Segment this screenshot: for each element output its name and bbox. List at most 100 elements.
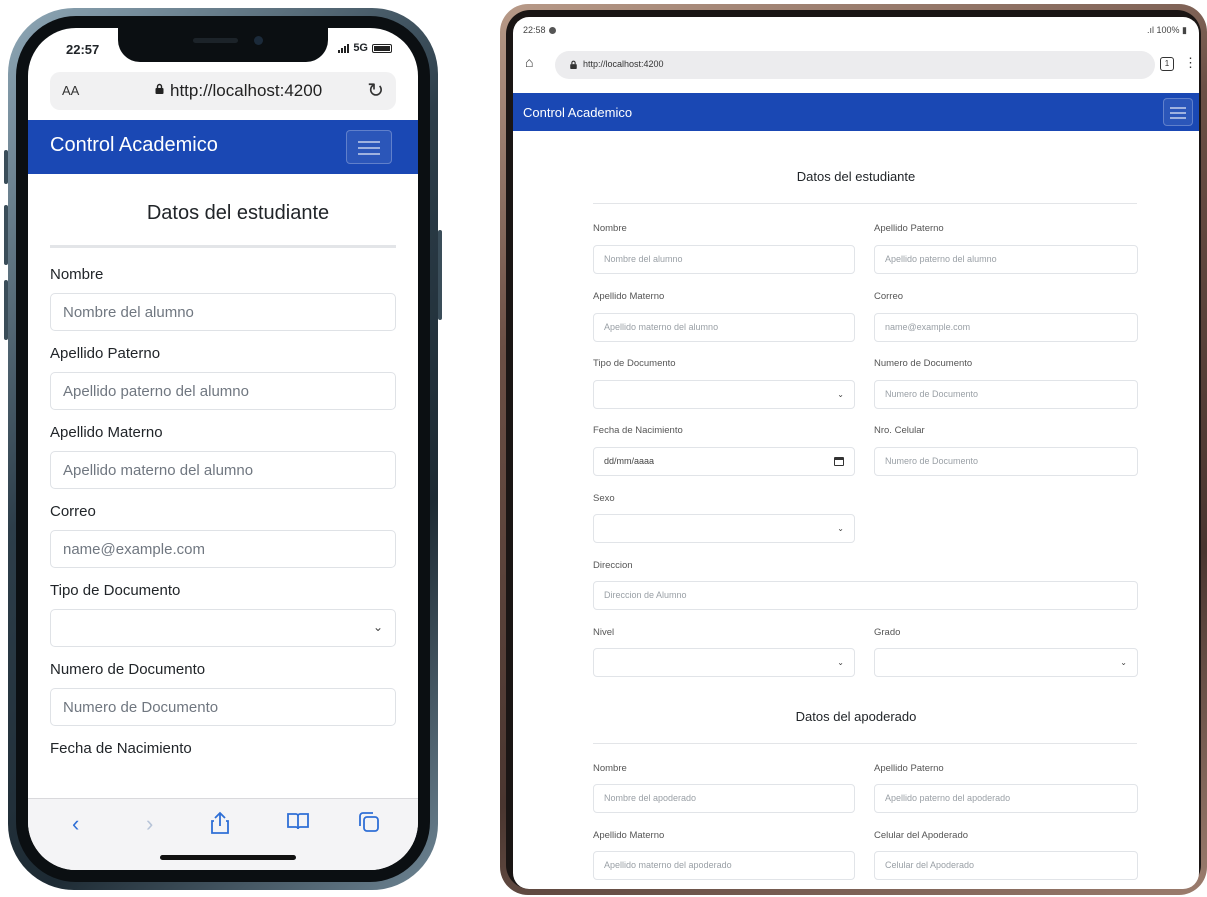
forward-icon[interactable]: ›	[146, 811, 153, 837]
label-apoderado-apellido-materno: Apellido Materno	[593, 830, 665, 841]
guardian-section-title: Datos del apoderado	[795, 709, 917, 724]
label-grado: Grado	[874, 627, 901, 638]
chevron-down-icon: ⌄	[1120, 658, 1127, 667]
navbar-toggler-button[interactable]	[1163, 98, 1193, 126]
phone-screen: 22:57 5G AA http://localhost:4200 ↻ Cont…	[28, 28, 418, 870]
input-celular[interactable]: Numero de Documento	[874, 447, 1138, 476]
chevron-down-icon: ⌄	[372, 620, 383, 634]
screenshot-stage: 22:57 5G AA http://localhost:4200 ↻ Cont…	[0, 0, 1207, 897]
phone-status-time: 22:57	[66, 42, 100, 57]
input-fecha-nacimiento[interactable]: dd/mm/aaaa	[593, 447, 855, 476]
input-apellido-materno[interactable]: Apellido materno del alumno	[50, 451, 396, 489]
lock-icon	[155, 83, 164, 94]
phone-status-icons: 5G	[338, 42, 392, 54]
input-nombre[interactable]: Nombre del alumno	[593, 245, 855, 274]
select-tipo-documento[interactable]: ⌄	[50, 609, 396, 647]
divider	[593, 743, 1137, 744]
input-apellido-materno[interactable]: Apellido materno del alumno	[593, 313, 855, 342]
select-sexo[interactable]: ⌄	[593, 514, 855, 543]
notification-icon	[548, 27, 556, 34]
safari-toolbar: ‹ ›	[28, 798, 418, 870]
calendar-icon[interactable]	[834, 457, 844, 466]
tablet-status-bar: 22:58 .ıl 100% ▮	[513, 17, 1199, 43]
chevron-down-icon: ⌄	[837, 524, 844, 533]
tablet-frame: 22:58 .ıl 100% ▮ ⌂ http://localhost:4200…	[500, 4, 1207, 895]
label-numero-documento: Numero de Documento	[50, 661, 206, 678]
signal-icon: .ıl	[1147, 25, 1157, 35]
battery-percent: 100%	[1156, 25, 1180, 35]
input-numero-documento[interactable]: Numero de Documento	[50, 688, 396, 726]
divider	[593, 203, 1137, 204]
reader-text-size-button[interactable]: AA	[62, 83, 79, 98]
label-apoderado-apellido-paterno: Apellido Paterno	[874, 763, 944, 774]
navbar-brand[interactable]: Control Academico	[523, 105, 632, 120]
label-fecha-nacimiento: Fecha de Nacimiento	[593, 425, 683, 436]
bookmarks-icon[interactable]	[286, 811, 310, 837]
home-indicator	[160, 855, 296, 860]
navbar-brand[interactable]: Control Academico	[50, 134, 218, 157]
input-correo[interactable]: name@example.com	[50, 530, 396, 568]
input-apellido-paterno[interactable]: Apellido paterno del alumno	[50, 372, 396, 410]
lock-icon	[570, 60, 577, 69]
tab-switcher-icon[interactable]: 1	[1160, 57, 1174, 71]
more-menu-icon[interactable]: ⋮	[1184, 55, 1197, 71]
label-numero-documento: Numero de Documento	[874, 358, 973, 369]
chevron-down-icon: ⌄	[837, 390, 844, 399]
label-nombre: Nombre	[593, 223, 627, 234]
label-apellido-paterno: Apellido Paterno	[874, 223, 944, 234]
tablet-browser-bar: ⌂ http://localhost:4200 1 ⋮	[513, 43, 1199, 91]
input-apoderado-apellido-paterno[interactable]: Apellido paterno del apoderado	[874, 784, 1138, 813]
back-icon[interactable]: ‹	[72, 811, 79, 837]
select-grado[interactable]: ⌄	[874, 648, 1138, 677]
label-apoderado-celular: Celular del Apoderado	[874, 830, 969, 841]
hamburger-icon	[358, 141, 380, 143]
select-nivel[interactable]: ⌄	[593, 648, 855, 677]
label-celular: Nro. Celular	[874, 425, 925, 436]
reload-icon[interactable]: ↻	[367, 78, 384, 103]
input-nombre[interactable]: Nombre del alumno	[50, 293, 396, 331]
input-apellido-paterno[interactable]: Apellido paterno del alumno	[874, 245, 1138, 274]
phone-notch	[118, 28, 328, 62]
divider	[50, 245, 396, 248]
phone-address-bar[interactable]: AA http://localhost:4200 ↻	[50, 72, 396, 110]
share-icon[interactable]	[210, 811, 230, 841]
label-apellido-materno: Apellido Materno	[50, 424, 163, 441]
input-apoderado-nombre[interactable]: Nombre del apoderado	[593, 784, 855, 813]
phone-form: Datos del estudiante Nombre Nombre del a…	[28, 174, 418, 798]
select-tipo-documento[interactable]: ⌄	[593, 380, 855, 409]
input-direccion[interactable]: Direccion de Alumno	[593, 581, 1138, 610]
label-apellido-materno: Apellido Materno	[593, 291, 665, 302]
home-icon[interactable]: ⌂	[525, 54, 533, 70]
label-tipo-documento: Tipo de Documento	[593, 358, 676, 369]
input-apoderado-apellido-materno[interactable]: Apellido materno del apoderado	[593, 851, 855, 880]
label-nombre: Nombre	[50, 266, 104, 283]
battery-icon	[372, 43, 392, 53]
signal-icon	[338, 43, 350, 53]
tablet-url-text: http://localhost:4200	[583, 59, 664, 69]
label-sexo: Sexo	[593, 493, 615, 504]
label-fecha-nacimiento: Fecha de Nacimiento	[50, 740, 192, 757]
hamburger-icon	[1170, 107, 1186, 109]
label-nivel: Nivel	[593, 627, 615, 638]
phone-navbar: Control Academico	[28, 120, 418, 174]
tablet-address-bar[interactable]: http://localhost:4200	[555, 51, 1155, 79]
student-section-title: Datos del estudiante	[796, 169, 916, 184]
tablet-time-text: 22:58	[523, 25, 546, 35]
tablet-status-time: 22:58	[523, 25, 556, 35]
input-apoderado-celular[interactable]: Celular del Apoderado	[874, 851, 1138, 880]
tablet-form: Datos del estudiante Nombre Nombre del a…	[513, 131, 1199, 889]
tabs-icon[interactable]	[358, 811, 380, 839]
input-numero-documento[interactable]: Numero de Documento	[874, 380, 1138, 409]
label-apellido-paterno: Apellido Paterno	[50, 345, 161, 362]
tablet-screen: 22:58 .ıl 100% ▮ ⌂ http://localhost:4200…	[513, 17, 1199, 889]
label-tipo-documento: Tipo de Documento	[50, 582, 181, 599]
date-placeholder: dd/mm/aaaa	[604, 456, 655, 466]
input-correo[interactable]: name@example.com	[874, 313, 1138, 342]
label-correo: Correo	[874, 291, 904, 302]
navbar-toggler-button[interactable]	[346, 130, 392, 164]
network-label: 5G	[353, 42, 368, 54]
phone-frame: 22:57 5G AA http://localhost:4200 ↻ Cont…	[8, 8, 438, 890]
label-direccion: Direccion	[593, 560, 633, 571]
phone-power-button	[438, 230, 442, 320]
battery-icon: ▮	[1179, 25, 1187, 35]
